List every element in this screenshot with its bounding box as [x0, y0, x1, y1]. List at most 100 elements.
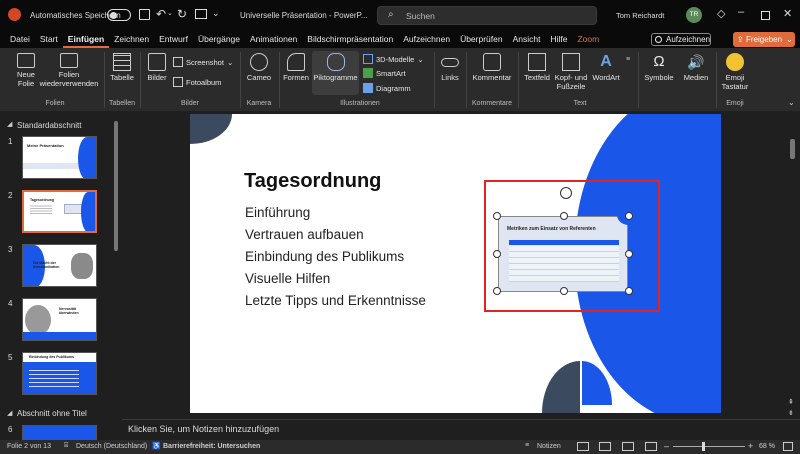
- presentation-icon[interactable]: [195, 9, 207, 19]
- tab-animationen[interactable]: Animationen: [245, 31, 302, 48]
- textfield-button[interactable]: Textfeld: [522, 53, 552, 82]
- tab-zeichnen[interactable]: Zeichnen: [109, 31, 154, 48]
- status-bar: Folie 2 von 13 ⌸ Deutsch (Deutschland) ♿…: [0, 440, 800, 454]
- previous-slide-icon[interactable]: ⇞: [788, 398, 794, 406]
- ribbon-separator: [140, 52, 141, 108]
- tab-einfuegen[interactable]: Einfügen: [62, 32, 110, 48]
- screenshot-button[interactable]: Screenshot ⌄: [173, 57, 233, 67]
- comment-button[interactable]: Kommentar: [470, 53, 514, 82]
- table-button[interactable]: Tabelle: [108, 53, 136, 82]
- tab-datei[interactable]: Datei: [5, 31, 35, 48]
- resize-handle[interactable]: [560, 287, 568, 295]
- section-collapse-icon[interactable]: ◢: [7, 409, 12, 417]
- resize-handle[interactable]: [625, 250, 633, 258]
- minimize-icon[interactable]: –: [738, 6, 744, 18]
- undo-icon[interactable]: ↶: [156, 7, 166, 21]
- language-status[interactable]: Deutsch (Deutschland): [76, 443, 147, 450]
- normal-view-icon[interactable]: [577, 442, 589, 451]
- tab-hilfe[interactable]: Hilfe: [545, 31, 572, 48]
- section-title-2[interactable]: Abschnitt ohne Titel: [17, 409, 87, 418]
- maximize-icon[interactable]: [761, 11, 770, 20]
- slide-sorter-icon[interactable]: [599, 442, 611, 451]
- slide-thumbnail-2[interactable]: Tagesordnung: [22, 190, 97, 233]
- share-button[interactable]: ⇪ Freigeben ⌄: [733, 32, 795, 47]
- slide-bullet[interactable]: Visuelle Hilfen: [245, 271, 330, 286]
- slide-bullet[interactable]: Einbindung des Publikums: [245, 249, 404, 264]
- tab-bildschirmpraesentation[interactable]: Bildschirmpräsentation: [302, 31, 398, 48]
- pictograms-button[interactable]: Piktogramme: [312, 51, 359, 95]
- customize-toolbar-icon[interactable]: ⌄: [212, 8, 220, 19]
- notes-pane[interactable]: Klicken Sie, um Notizen hinzuzufügen: [122, 419, 800, 440]
- embedded-image[interactable]: Metriken zum Einsatz von Referenten: [498, 215, 629, 292]
- wordart-button[interactable]: A WordArt: [590, 53, 622, 82]
- reuse-slides-button[interactable]: Folien wiederverwenden: [40, 53, 98, 88]
- slide-thumbnail-1[interactable]: Meine Präsentation: [22, 136, 97, 179]
- section-title[interactable]: Standardabschnitt: [17, 121, 82, 130]
- redo-icon[interactable]: ↻: [177, 7, 187, 21]
- user-name[interactable]: Tom Reichardt: [616, 11, 664, 20]
- accessibility-status[interactable]: Barrierefreiheit: Untersuchen: [163, 443, 260, 450]
- smartart-button[interactable]: SmartArt: [363, 68, 406, 78]
- resize-handle[interactable]: [493, 212, 501, 220]
- record-button[interactable]: Aufzeichnen: [651, 33, 711, 46]
- cameo-button[interactable]: Cameo: [244, 53, 274, 82]
- reading-view-icon[interactable]: [622, 442, 634, 451]
- diagram-button[interactable]: Diagramm: [363, 83, 411, 93]
- avatar[interactable]: TR: [686, 7, 702, 23]
- close-icon[interactable]: ✕: [783, 7, 792, 20]
- slides-panel-scrollbar[interactable]: [114, 121, 118, 251]
- slide-bullet[interactable]: Vertrauen aufbauen: [245, 227, 364, 242]
- next-slide-icon[interactable]: ⇟: [788, 409, 794, 417]
- zoom-in-icon[interactable]: +: [748, 441, 753, 451]
- emoji-button[interactable]: Emoji Tastatur: [720, 53, 750, 91]
- tab-start[interactable]: Start: [35, 31, 63, 48]
- diamond-icon[interactable]: ◇: [717, 7, 725, 20]
- zoom-slider[interactable]: [673, 442, 745, 451]
- images-button[interactable]: Bilder: [144, 53, 170, 82]
- notes-toggle[interactable]: Notizen: [537, 443, 561, 450]
- tab-uebergaenge[interactable]: Übergänge: [193, 31, 245, 48]
- symbols-button[interactable]: Ω Symbole: [642, 53, 676, 82]
- links-button[interactable]: Links: [438, 53, 462, 82]
- tab-zoom[interactable]: Zoom: [572, 31, 604, 48]
- slide-thumbnail-3[interactable]: Die Macht der Kommunikation: [22, 244, 97, 287]
- photoalbum-button[interactable]: Fotoalbum: [173, 77, 221, 87]
- ribbon-separator: [518, 52, 519, 108]
- 3d-models-button[interactable]: 3D-Modelle ⌄: [363, 54, 424, 64]
- pictograms-icon: [326, 53, 345, 71]
- slide-thumbnail-4[interactable]: Nervosität überwinden: [22, 298, 97, 341]
- slide-canvas[interactable]: Tagesordnung Einführung Vertrauen aufbau…: [190, 114, 721, 413]
- search-box[interactable]: ⌕ Suchen: [377, 6, 597, 25]
- zoom-slider-thumb[interactable]: [702, 442, 705, 451]
- resize-handle[interactable]: [493, 250, 501, 258]
- save-icon[interactable]: [139, 9, 150, 20]
- undo-dropdown-icon[interactable]: ⌄: [167, 9, 173, 17]
- slide-scrollbar[interactable]: [790, 139, 795, 159]
- tab-aufzeichnen[interactable]: Aufzeichnen: [398, 31, 455, 48]
- autosave-toggle[interactable]: [107, 9, 131, 21]
- zoom-level[interactable]: 68 %: [759, 443, 775, 450]
- tab-entwurf[interactable]: Entwurf: [154, 31, 193, 48]
- section-collapse-icon[interactable]: ◢: [7, 120, 12, 128]
- tab-ueberpruefen[interactable]: Überprüfen: [455, 31, 508, 48]
- rotate-handle-icon[interactable]: [560, 187, 572, 199]
- zoom-out-icon[interactable]: –: [664, 441, 669, 451]
- shapes-button[interactable]: Formen: [282, 53, 310, 82]
- header-footer-button[interactable]: Kopf- und Fußzeile: [553, 53, 589, 91]
- slide-bullet[interactable]: Einführung: [245, 205, 310, 220]
- resize-handle[interactable]: [493, 287, 501, 295]
- tab-ansicht[interactable]: Ansicht: [508, 31, 546, 48]
- slideshow-view-icon[interactable]: [645, 442, 657, 451]
- resize-handle[interactable]: [560, 212, 568, 220]
- slide-thumbnail-5[interactable]: Einbindung des Publikums: [22, 352, 97, 395]
- more-text-icon[interactable]: ≡: [626, 56, 630, 63]
- resize-handle[interactable]: [625, 212, 633, 220]
- fit-to-window-icon[interactable]: [783, 442, 793, 451]
- ribbon-collapse-icon[interactable]: ⌄: [788, 98, 795, 107]
- new-slide-button[interactable]: Neue Folie: [12, 53, 40, 88]
- slide-title[interactable]: Tagesordnung: [244, 170, 381, 193]
- media-button[interactable]: 🔊 Medien: [680, 53, 712, 82]
- slide-thumbnail-6[interactable]: [22, 425, 97, 440]
- slide-bullet[interactable]: Letzte Tipps und Erkenntnisse: [245, 293, 426, 308]
- resize-handle[interactable]: [625, 287, 633, 295]
